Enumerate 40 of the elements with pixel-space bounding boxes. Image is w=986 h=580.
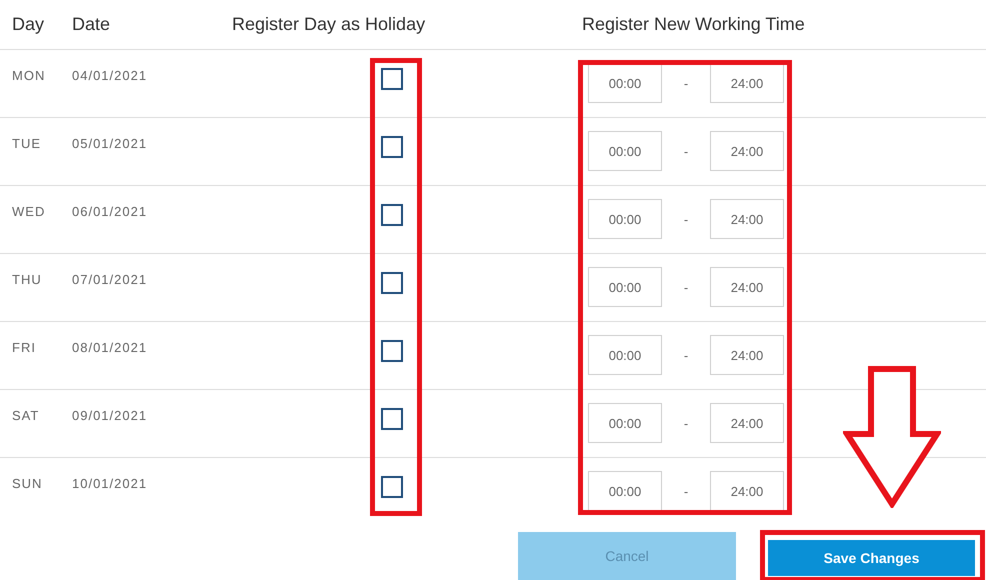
start-time-field[interactable]: 00:00 [588,471,662,511]
column-header: Day [12,14,46,35]
range-separator: - [682,212,690,226]
end-time-field[interactable]: 24:00 [710,471,784,511]
day-label: THU [12,271,43,289]
date-label: 08/01/2021 [72,339,148,357]
end-time-field[interactable]: 24:00 [710,403,784,443]
date-label: 10/01/2021 [72,475,148,493]
column-header: Register Day as Holiday [232,14,426,35]
end-time-field[interactable]: 24:00 [710,335,784,375]
start-time-field[interactable]: 00:00 [588,131,662,171]
save-button[interactable]: Save Changes [768,540,975,576]
date-label: 07/01/2021 [72,271,148,289]
day-label: MON [12,67,46,85]
end-time-field[interactable]: 24:00 [710,267,784,307]
date-label: 06/01/2021 [72,203,148,221]
end-time-field[interactable]: 24:00 [710,199,784,239]
end-time-field[interactable]: 24:00 [710,63,784,103]
day-label: SUN [12,475,44,493]
date-label: 04/01/2021 [72,67,148,85]
day-label: TUE [12,135,42,153]
range-separator: - [682,416,690,430]
start-time-field[interactable]: 00:00 [588,63,662,103]
day-label: FRI [12,339,37,357]
range-separator: - [682,144,690,158]
end-time-field[interactable]: 24:00 [710,131,784,171]
start-time-field[interactable]: 00:00 [588,199,662,239]
column-header: Register New Working Time [582,14,806,35]
range-separator: - [682,280,690,294]
start-time-field[interactable]: 00:00 [588,403,662,443]
start-time-field[interactable]: 00:00 [588,267,662,307]
date-label: 05/01/2021 [72,135,148,153]
date-label: 09/01/2021 [72,407,148,425]
range-separator: - [682,76,690,90]
column-header: Date [72,14,112,35]
day-label: SAT [12,407,40,425]
start-time-field[interactable]: 00:00 [588,335,662,375]
day-label: WED [12,203,46,221]
range-separator: - [682,484,690,498]
range-separator: - [682,348,690,362]
